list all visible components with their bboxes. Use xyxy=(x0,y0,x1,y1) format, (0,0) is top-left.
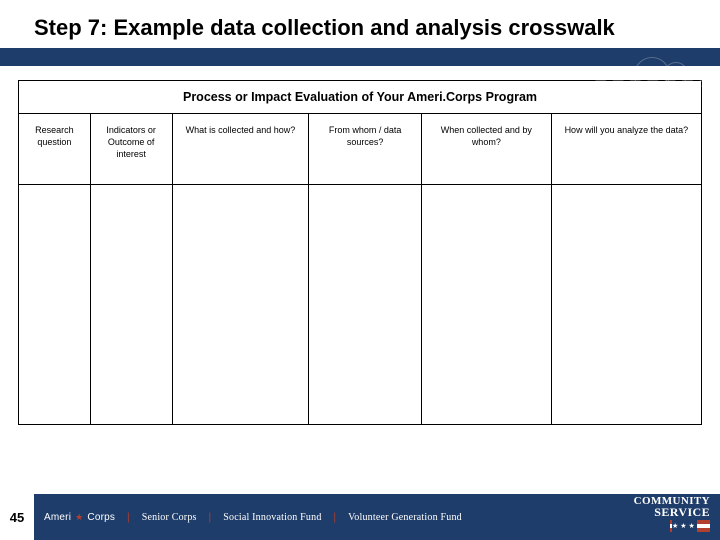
separator-icon: | xyxy=(125,511,132,523)
page-number-box: 45 xyxy=(0,494,34,540)
slide-title: Step 7: Example data collection and anal… xyxy=(34,14,720,42)
footer-item-sif: Social Innovation Fund xyxy=(223,512,321,523)
table-banner: Process or Impact Evaluation of Your Ame… xyxy=(19,80,702,113)
separator-icon: | xyxy=(332,511,339,523)
page-number: 45 xyxy=(10,510,24,525)
star-icon: ★ xyxy=(75,512,83,523)
title-underline-bar: ★★★★★★★ xyxy=(0,48,720,66)
col-header-how-analyze: How will you analyze the data? xyxy=(551,113,701,184)
footer-right-logo-area: Corporation for NATIONAL & COMMUNITY SER… xyxy=(596,480,714,536)
table-header-row: Research question Indicators or Outcome … xyxy=(19,113,702,184)
footer-item-vgf: Volunteer Generation Fund xyxy=(348,512,462,523)
crosswalk-table-wrap: Process or Impact Evaluation of Your Ame… xyxy=(0,66,720,425)
table-cell xyxy=(19,184,91,424)
table-body-row xyxy=(19,184,702,424)
slide-footer: 45 Ameri ★ Corps | Senior Corps | Social I… xyxy=(0,494,720,540)
col-header-when-collected: When collected and by whom? xyxy=(421,113,551,184)
cncs-line4: SERVICE xyxy=(602,507,710,518)
americorps-text-1: Ameri xyxy=(44,512,71,523)
table-cell xyxy=(309,184,422,424)
col-header-indicators: Indicators or Outcome of interest xyxy=(90,113,172,184)
separator-icon: | xyxy=(207,511,214,523)
footer-item-senior-corps: Senior Corps xyxy=(142,512,197,523)
americorps-text-2: Corps xyxy=(87,512,115,523)
americorps-logo: Ameri ★ Corps xyxy=(44,512,115,523)
slide-header: Step 7: Example data collection and anal… xyxy=(0,0,720,42)
table-cell xyxy=(90,184,172,424)
col-header-from-whom: From whom / data sources? xyxy=(309,113,422,184)
table-cell xyxy=(172,184,309,424)
flag-icon: ★ ★ ★ xyxy=(670,520,710,532)
footer-program-list: Ameri ★ Corps | Senior Corps | Social Inno… xyxy=(44,511,462,523)
col-header-what-collected: What is collected and how? xyxy=(172,113,309,184)
table-cell xyxy=(421,184,551,424)
crosswalk-table: Process or Impact Evaluation of Your Ame… xyxy=(18,80,702,425)
table-cell xyxy=(551,184,701,424)
col-header-research-question: Research question xyxy=(19,113,91,184)
cncs-logo: Corporation for NATIONAL & COMMUNITY SER… xyxy=(602,482,710,518)
